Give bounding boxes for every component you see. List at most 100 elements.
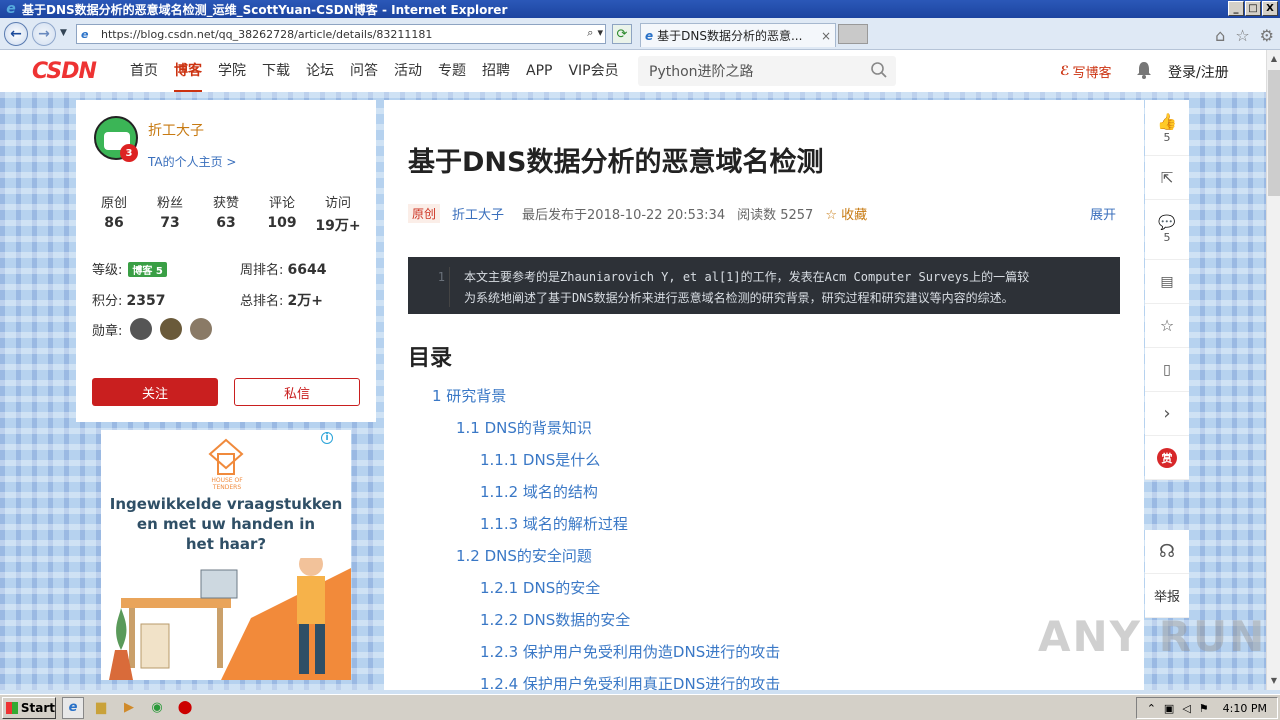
original-tag: 原创	[408, 204, 441, 223]
menu-item-download[interactable]: 下载	[262, 50, 290, 92]
star-icon: ☆	[1159, 316, 1175, 335]
login-register-link[interactable]: 登录/注册	[1168, 62, 1229, 82]
stop-icon[interactable]: ⬤	[174, 697, 196, 719]
search-icon[interactable]: ⌕	[587, 26, 593, 40]
toc-title: 目录	[408, 346, 453, 371]
address-bar[interactable]: e https://blog.csdn.net/qq_38262728/arti…	[76, 24, 606, 44]
write-blog-button[interactable]: ℰ 写博客	[1060, 62, 1112, 81]
toc-item[interactable]: 1.2.2 DNS数据的安全	[480, 609, 630, 630]
volume-icon[interactable]: ◁	[1182, 702, 1190, 715]
search-value: Python进阶之路	[649, 64, 754, 80]
toc-item[interactable]: 1 研究背景	[432, 385, 506, 406]
code-line-2: 为系统地阐述了基于DNS数据分析来进行恶意域名检测的研究背景，研究过程和研究建议…	[464, 291, 1014, 305]
tab-close-icon[interactable]: ×	[821, 29, 835, 43]
tab-ie-icon: e	[645, 28, 654, 43]
like-button[interactable]: 👍 5	[1145, 100, 1189, 156]
back-arrow-icon[interactable]: ←	[4, 22, 28, 46]
toc-item[interactable]: 1.2 DNS的安全问题	[456, 545, 592, 566]
search-icon[interactable]	[870, 61, 888, 79]
start-button[interactable]: Start	[2, 696, 56, 719]
settings-gear-icon[interactable]: ⚙	[1260, 26, 1274, 45]
phone-icon: ▯	[1163, 361, 1171, 378]
toc-item[interactable]: 1.1.1 DNS是什么	[480, 449, 600, 470]
toc-button[interactable]: ▤	[1145, 260, 1189, 304]
author-link[interactable]: 折工大子	[452, 204, 504, 223]
home-icon[interactable]: ⌂	[1215, 26, 1225, 45]
article-meta: 原创 折工大子 最后发布于2018-10-22 20:53:34 阅读数 525…	[408, 204, 867, 223]
medal-github-icon[interactable]	[130, 318, 153, 340]
clock: 4:10 PM	[1222, 701, 1267, 715]
article-title: 基于DNS数据分析的恶意域名检测	[408, 147, 824, 178]
total-rank-info: 总排名: 2万+	[240, 293, 324, 309]
menu-item-qa[interactable]: 问答	[350, 50, 378, 92]
expand-link[interactable]: 展开	[1090, 204, 1116, 223]
medal-badge-icon[interactable]	[160, 318, 183, 340]
next-button[interactable]: ›	[1145, 392, 1189, 436]
medal-pen-icon[interactable]	[190, 318, 213, 340]
menu-item-home[interactable]: 首页	[130, 50, 158, 92]
menu-item-events[interactable]: 活动	[394, 50, 422, 92]
csdn-logo[interactable]: CSDN	[32, 59, 110, 84]
menu-item-topics[interactable]: 专题	[438, 50, 466, 92]
network-icon[interactable]: ▣	[1164, 702, 1174, 715]
toc-item[interactable]: 1.1 DNS的背景知识	[456, 417, 592, 438]
action-center-icon[interactable]: ⚑	[1199, 702, 1209, 715]
advertisement[interactable]: i HOUSE OF TENDERS Ingewikkelde vraagstu…	[101, 430, 351, 680]
message-button[interactable]: 私信	[234, 378, 360, 406]
maximize-button[interactable]: □	[1245, 1, 1261, 16]
address-dropdown-icon[interactable]: ▾	[597, 26, 603, 40]
menu-item-blog[interactable]: 博客	[174, 50, 202, 92]
share-button[interactable]: ⇱	[1145, 156, 1189, 200]
support-toolbar: ☊ 举报	[1145, 530, 1189, 618]
history-dropdown-icon[interactable]: ▼	[60, 28, 67, 38]
ad-info-icon[interactable]: i	[321, 432, 333, 444]
ie-taskbar-icon[interactable]: e	[62, 696, 84, 719]
menu-item-forum[interactable]: 论坛	[306, 50, 334, 92]
toc-item[interactable]: 1.1.2 域名的结构	[480, 481, 598, 502]
scrollbar[interactable]: ▲ ▼	[1266, 50, 1280, 690]
favorites-star-icon[interactable]: ☆	[1235, 26, 1249, 45]
comment-button[interactable]: 💬 5	[1145, 200, 1189, 260]
profile-name[interactable]: 折工大子	[148, 120, 204, 140]
menu-item-academy[interactable]: 学院	[218, 50, 246, 92]
profile-home-link[interactable]: TA的个人主页 >	[148, 153, 236, 170]
follow-button[interactable]: 关注	[92, 378, 218, 406]
toc-item[interactable]: 1.1.3 域名的解析过程	[480, 513, 628, 534]
refresh-icon[interactable]: ⟳	[612, 24, 632, 44]
scroll-up-icon[interactable]: ▲	[1267, 52, 1280, 66]
scroll-thumb[interactable]	[1268, 70, 1280, 196]
collect-button[interactable]: ☆	[1145, 304, 1189, 348]
scroll-down-icon[interactable]: ▼	[1267, 674, 1280, 688]
menu-item-app[interactable]: APP	[526, 50, 552, 92]
toc-item[interactable]: 1.2.1 DNS的安全	[480, 577, 600, 598]
menu-item-jobs[interactable]: 招聘	[482, 50, 510, 92]
mobile-button[interactable]: ▯	[1145, 348, 1189, 392]
search-input[interactable]: Python进阶之路	[638, 56, 896, 86]
close-button[interactable]: X	[1262, 1, 1278, 16]
bell-icon[interactable]	[1136, 61, 1152, 79]
toc-item[interactable]: 1.2.3 保护用户免受利用伪造DNS进行的攻击	[480, 641, 780, 662]
forward-arrow-icon[interactable]: →	[32, 22, 56, 46]
new-tab-button[interactable]	[838, 24, 868, 44]
stat-likes: 获赞 63	[212, 196, 239, 231]
comment-icon: 💬	[1158, 215, 1176, 231]
menu-item-vip[interactable]: VIP会员	[568, 50, 618, 92]
favorite-button[interactable]: ☆ 收藏	[825, 204, 867, 223]
level-tag[interactable]: 博客 5	[128, 262, 167, 277]
stat-fans: 粉丝 73	[156, 196, 183, 231]
publish-date: 最后发布于2018-10-22 20:53:34	[522, 208, 726, 223]
article-panel: 基于DNS数据分析的恶意域名检测 原创 折工大子 最后发布于2018-10-22…	[384, 100, 1144, 690]
windows-logo-icon	[6, 701, 18, 714]
tray-expand-icon[interactable]: ⌃	[1147, 702, 1156, 715]
chevron-right-icon: ›	[1163, 403, 1171, 424]
minimize-button[interactable]: _	[1228, 1, 1244, 16]
folder-icon[interactable]: ▆	[90, 697, 112, 719]
media-player-icon[interactable]: ▶	[118, 697, 140, 719]
document-icon: ▤	[1160, 273, 1174, 290]
code-block: 1 本文主要参考的是Zhauniarovich Y, et al[1]的工作，发…	[408, 257, 1120, 314]
chrome-icon[interactable]: ◉	[146, 697, 168, 719]
toc-item[interactable]: 1.2.4 保护用户免受利用真正DNS进行的攻击	[480, 673, 780, 690]
reward-button[interactable]: 赏	[1145, 436, 1189, 480]
browser-tab[interactable]: e 基于DNS数据分析的恶意... ×	[640, 23, 836, 47]
customer-service-button[interactable]: ☊	[1145, 530, 1189, 574]
